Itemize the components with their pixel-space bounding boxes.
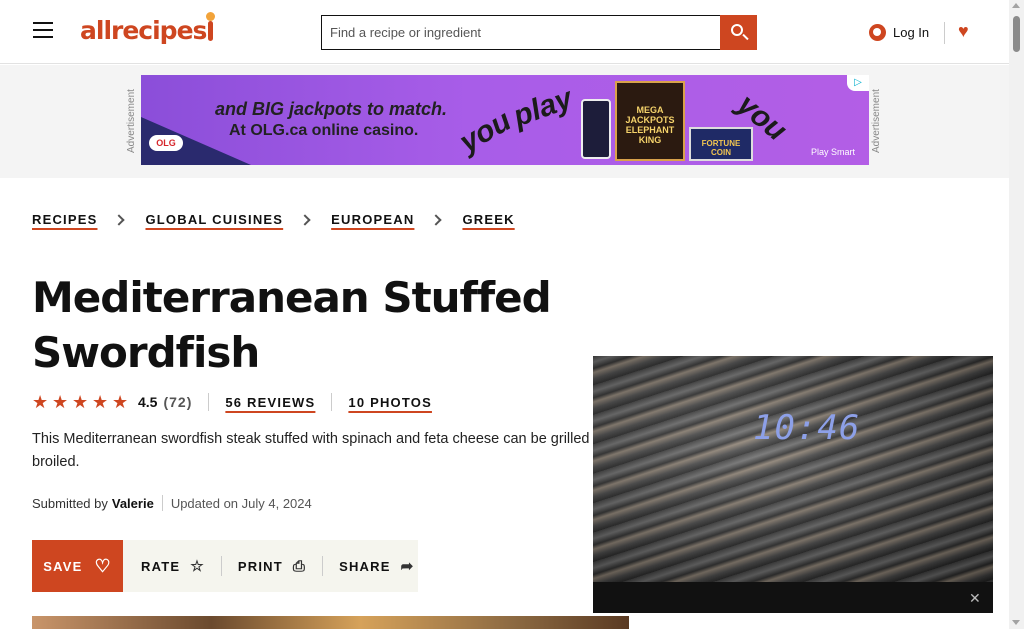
share-button[interactable]: SHARE ➦ <box>339 540 414 592</box>
login-link[interactable]: Log In <box>869 21 929 43</box>
rate-button[interactable]: RATE ☆ <box>141 540 205 592</box>
byline-divider <box>161 495 163 511</box>
save-button[interactable]: SAVE ♡ <box>32 540 123 592</box>
ad-label-right: Advertisement <box>871 89 882 154</box>
search-bar <box>321 15 757 50</box>
share-arrow-icon: ➦ <box>400 558 415 575</box>
video-frame <box>593 356 993 582</box>
recipe-action-bar: SAVE ♡ RATE ☆ PRINT ⎙ SHARE ➦ <box>32 540 418 592</box>
chevron-right-icon <box>430 213 443 226</box>
adchoices-icon[interactable]: ▷ <box>847 75 869 91</box>
star-half-icon: ★ <box>112 392 129 412</box>
breadcrumb-global-cuisines[interactable]: GLOBAL CUISINES <box>145 212 283 227</box>
printer-icon: ⎙ <box>292 557 307 575</box>
scroll-down-icon[interactable] <box>1012 620 1020 625</box>
star-full-icon: ★ <box>72 392 89 412</box>
page: allrecipes Log In ♥ Advertisement Advert… <box>0 0 1009 629</box>
login-label: Log In <box>893 24 930 40</box>
byline: Submitted by Valerie Updated on July 4, … <box>32 495 312 511</box>
ad-word-play: play <box>508 81 577 134</box>
page-title: Mediterranean Stuffed Swordfish <box>32 273 552 377</box>
breadcrumb-recipes[interactable]: RECIPES <box>32 212 97 227</box>
chevron-right-icon <box>299 213 311 226</box>
search-input[interactable] <box>321 15 720 50</box>
scrollbar[interactable] <box>1009 0 1024 629</box>
action-divider <box>322 556 324 576</box>
rating-divider <box>331 393 333 411</box>
ad-phone-image <box>581 99 611 159</box>
print-label: PRINT <box>237 558 283 574</box>
site-header: allrecipes Log In ♥ <box>0 0 1009 64</box>
ad-game-title-1: MEGA JACKPOTS ELEPHANT KING <box>625 105 675 145</box>
star-outline-icon: ☆ <box>190 558 205 575</box>
rating-count: (72) <box>163 394 193 410</box>
close-icon[interactable]: ✕ <box>969 591 983 605</box>
photos-link[interactable]: 10 PHOTOS <box>348 395 432 410</box>
rating-row: ★ ★ ★ ★ ★ 4.5 (72) 56 REVIEWS 10 PHOTOS <box>32 392 432 412</box>
breadcrumb: RECIPES GLOBAL CUISINES EUROPEAN GREEK <box>32 212 515 227</box>
header-divider <box>944 22 945 44</box>
ad-game-image-1: MEGA JACKPOTS ELEPHANT KING <box>615 81 685 161</box>
saved-recipes-heart-icon[interactable]: ♥ <box>958 22 976 40</box>
search-button[interactable] <box>720 15 757 50</box>
ad-game-image-2: FORTUNE COIN <box>689 127 753 161</box>
ad-word-you-1: you <box>454 103 517 160</box>
site-logo[interactable]: allrecipes <box>80 12 216 46</box>
star-rating[interactable]: ★ ★ ★ ★ ★ <box>32 392 132 412</box>
updated-date: Updated on July 4, 2024 <box>170 495 312 511</box>
ad-play-smart: Play Smart <box>810 147 855 157</box>
share-label: SHARE <box>339 558 391 574</box>
save-label: SAVE <box>43 558 83 574</box>
logo-spoon-icon <box>206 12 216 41</box>
star-full-icon: ★ <box>32 392 49 412</box>
scrollbar-thumb[interactable] <box>1013 16 1020 52</box>
action-divider <box>220 556 222 576</box>
author-link[interactable]: Valerie <box>112 496 154 511</box>
breadcrumb-european[interactable]: EUROPEAN <box>331 212 414 227</box>
ad-game-title-2: FORTUNE COIN <box>701 139 741 157</box>
submitted-prefix: Submitted by <box>32 495 108 511</box>
ad-headline-1: and BIG jackpots to match. <box>215 99 448 119</box>
star-full-icon: ★ <box>92 392 109 412</box>
recipe-hero-image <box>32 616 629 629</box>
ad-headline-2: At OLG.ca online casino. <box>229 122 419 139</box>
heart-icon: ♡ <box>94 555 112 576</box>
logo-text: allrecipes <box>80 16 207 45</box>
video-player[interactable]: 10:46 ✕ <box>593 356 993 613</box>
recipe-description: This Mediterranean swordfish steak stuff… <box>32 431 607 470</box>
reviews-link[interactable]: 56 REVIEWS <box>225 395 315 410</box>
print-button[interactable]: PRINT ⎙ <box>238 540 306 592</box>
ad-brand-logo: OLG <box>149 135 183 151</box>
advertisement-banner[interactable]: OLG and BIG jackpots to match. At OLG.ca… <box>141 75 869 165</box>
chevron-right-icon <box>113 213 126 226</box>
search-icon <box>731 24 743 36</box>
rating-value[interactable]: 4.5 <box>138 394 157 410</box>
breadcrumb-greek[interactable]: GREEK <box>462 212 514 227</box>
star-full-icon: ★ <box>52 392 69 412</box>
scroll-up-icon[interactable] <box>1012 3 1020 8</box>
user-icon <box>869 23 886 41</box>
hamburger-menu-icon[interactable] <box>33 22 53 40</box>
video-timestamp: 10:46 <box>753 408 861 448</box>
ad-label-left: Advertisement <box>126 89 137 154</box>
rate-label: RATE <box>141 558 181 574</box>
rating-divider <box>208 393 210 411</box>
